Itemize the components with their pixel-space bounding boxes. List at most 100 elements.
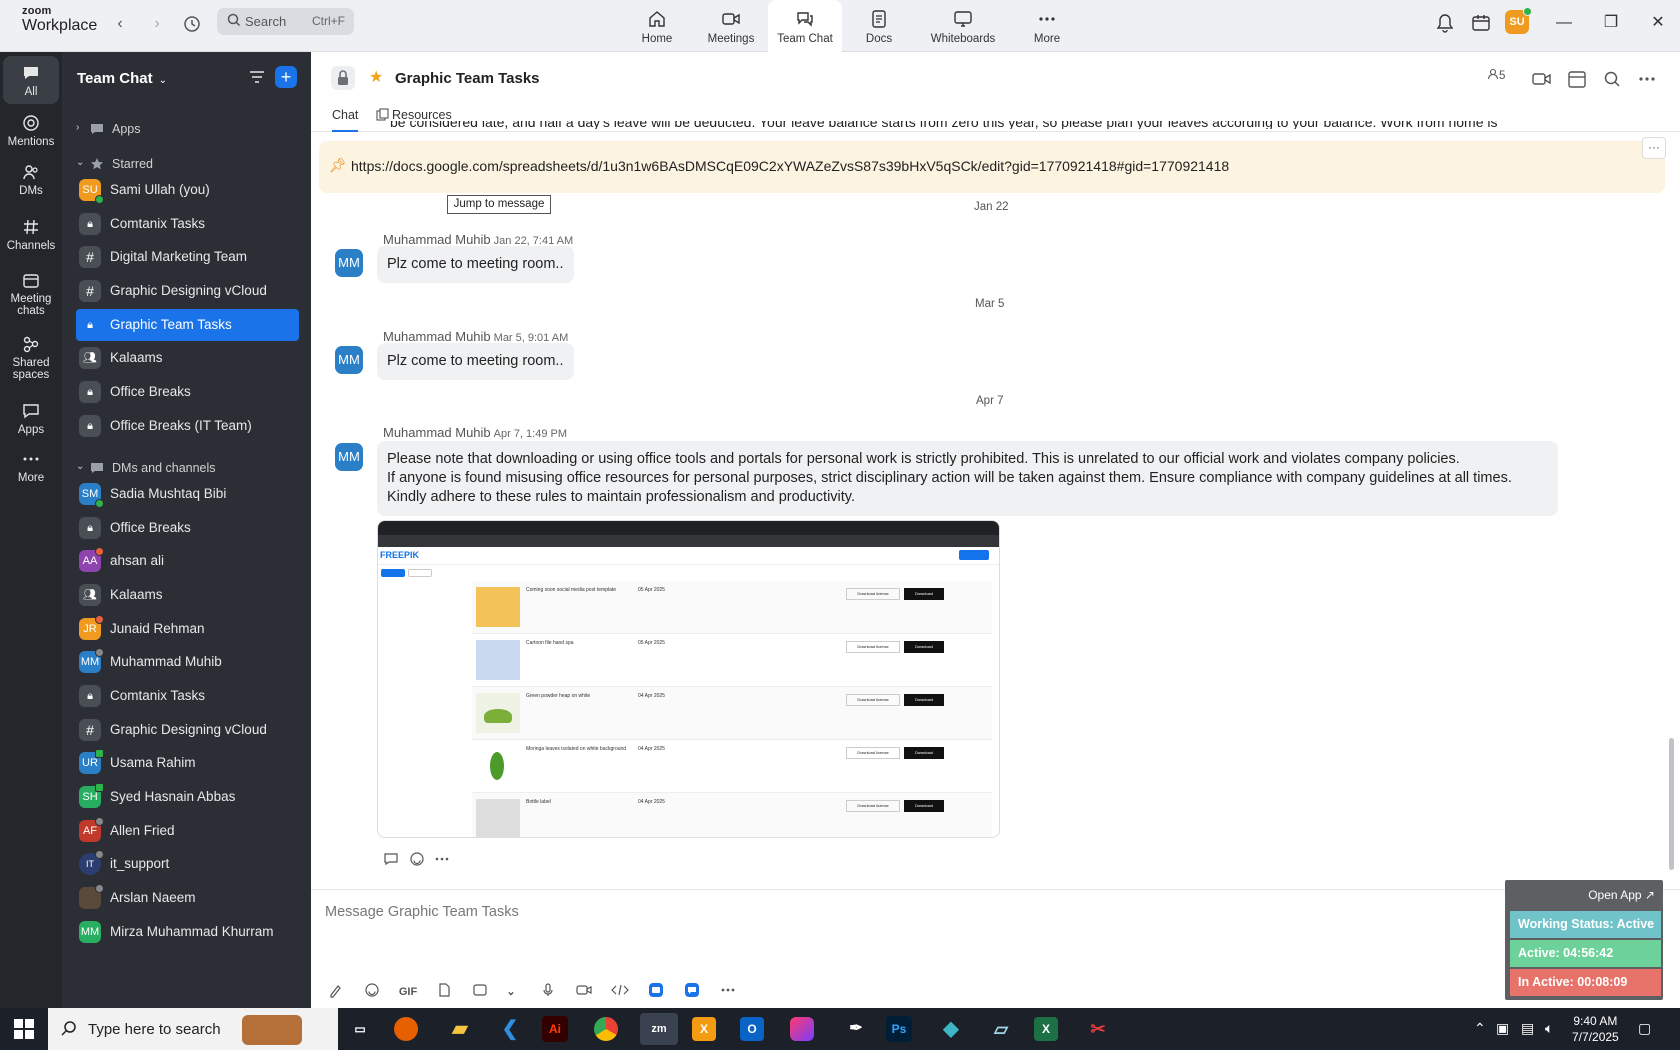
sidebar-item-kalaams-dm[interactable]: 👥︎ Kalaams: [76, 579, 299, 611]
creative-cloud-icon[interactable]: [790, 1017, 814, 1041]
sidebar-item-digital-marketing[interactable]: # Digital Marketing Team: [76, 241, 299, 273]
video-message-icon[interactable]: [573, 982, 595, 1002]
user-avatar[interactable]: SU: [1505, 7, 1532, 34]
rail-mentions[interactable]: Mentions: [3, 114, 59, 148]
sidebar-item-junaid[interactable]: JR Junaid Rehman: [76, 613, 299, 645]
new-chat-button[interactable]: +: [275, 66, 297, 88]
sidebar-item-graphic-team-tasks[interactable]: 🔒︎ Graphic Team Tasks: [76, 309, 299, 341]
message-bubble[interactable]: Plz come to meeting room..: [377, 246, 574, 283]
search-icon[interactable]: [1601, 68, 1623, 90]
pinned-more-button[interactable]: ···: [1642, 137, 1666, 159]
task-view-icon[interactable]: ▭: [344, 1013, 376, 1045]
app-icon[interactable]: [645, 982, 667, 1002]
star-icon[interactable]: ★: [369, 67, 383, 87]
emoji-icon[interactable]: [361, 982, 383, 1002]
pinned-url[interactable]: https://docs.google.com/spreadsheets/d/1…: [351, 158, 1229, 174]
app-diamond-icon[interactable]: ◆: [935, 1013, 967, 1045]
sidebar-item-office-breaks-dm[interactable]: 🔒︎ Office Breaks: [76, 512, 299, 544]
sidebar-item-arslan[interactable]: Arslan Naeem: [76, 882, 299, 914]
pinned-message[interactable]: 📌︎ https://docs.google.com/spreadsheets/…: [319, 141, 1665, 193]
tab-whiteboards[interactable]: Whiteboards: [916, 0, 1010, 52]
rail-dms[interactable]: DMs: [3, 163, 59, 197]
rail-more[interactable]: More: [3, 450, 59, 484]
notification-icon[interactable]: ▢: [1638, 1020, 1651, 1037]
firefox-icon[interactable]: [394, 1017, 418, 1041]
reply-icon[interactable]: [383, 851, 399, 867]
wifi-icon[interactable]: ▤: [1521, 1020, 1534, 1037]
network-icon[interactable]: ▣: [1496, 1020, 1509, 1037]
rail-all[interactable]: All: [3, 56, 59, 104]
sidebar-item-comtanix-tasks[interactable]: 🔒︎ Comtanix Tasks: [76, 208, 299, 240]
calendar-status-icon[interactable]: [1470, 12, 1492, 34]
chevron-up-icon[interactable]: ⌃: [1474, 1020, 1486, 1037]
zoom-chat-app-icon[interactable]: [681, 982, 703, 1002]
notepad-icon[interactable]: ▱: [985, 1013, 1017, 1045]
sidebar-item-usama[interactable]: UR Usama Rahim: [76, 747, 299, 779]
rail-meeting-chats[interactable]: Meeting chats: [3, 271, 59, 317]
calendar-icon[interactable]: [1566, 68, 1588, 90]
members-count[interactable]: 5: [1487, 68, 1517, 90]
tab-docs[interactable]: Docs: [842, 0, 916, 52]
taskbar-search[interactable]: Type here to search: [48, 1008, 338, 1050]
sidebar-item-muhammad-muhib[interactable]: MM Muhammad Muhib: [76, 646, 299, 678]
scrollbar-thumb[interactable]: [1669, 738, 1674, 870]
zoom-icon[interactable]: zm: [640, 1013, 678, 1045]
attached-image[interactable]: FREEPIK Coming soon social media post te…: [377, 520, 1000, 838]
rail-shared-spaces[interactable]: Shared spaces: [3, 335, 59, 381]
bell-icon[interactable]: [1434, 12, 1456, 34]
channel-title[interactable]: Graphic Team Tasks: [395, 70, 540, 87]
more-dots-icon[interactable]: [434, 851, 450, 867]
message-bubble[interactable]: Plz come to meeting room..: [377, 343, 574, 380]
sidebar-item-mirza[interactable]: MM Mirza Muhammad Khurram: [76, 916, 299, 948]
rail-channels[interactable]: Channels: [3, 218, 59, 252]
sidebar-item-comtanix-dm[interactable]: 🔒︎ Comtanix Tasks: [76, 680, 299, 712]
open-app-link[interactable]: Open App ↗: [1588, 888, 1655, 902]
forward-arrow-icon[interactable]: ›: [145, 12, 169, 36]
message-author[interactable]: Muhammad Muhib: [383, 232, 491, 247]
avatar[interactable]: MM: [335, 346, 363, 374]
code-icon[interactable]: [609, 982, 631, 1002]
tab-chat[interactable]: Chat: [332, 108, 359, 132]
system-clock[interactable]: 9:40 AM 7/7/2025: [1572, 1013, 1619, 1045]
sidebar-item-graphic-designing[interactable]: # Graphic Designing vCloud: [76, 275, 299, 307]
sidebar-item-graphic-designing-dm[interactable]: # Graphic Designing vCloud: [76, 714, 299, 746]
sidebar-item-office-breaks[interactable]: 🔒︎ Office Breaks: [76, 376, 299, 408]
excel-icon[interactable]: X: [1034, 1017, 1058, 1041]
sidebar-item-office-breaks-it[interactable]: 🔒︎ Office Breaks (IT Team): [76, 410, 299, 442]
more-dots-icon[interactable]: [717, 982, 739, 1002]
gif-button[interactable]: GIF: [397, 982, 419, 1002]
sidebar-title[interactable]: Team Chat ⌄: [77, 70, 167, 87]
windows-start-icon[interactable]: [14, 1019, 34, 1039]
sidebar-item-allen[interactable]: AF Allen Fried: [76, 815, 299, 847]
search-box[interactable]: Search Ctrl+F: [217, 8, 354, 35]
chrome-icon[interactable]: [594, 1017, 618, 1041]
snipping-tool-icon[interactable]: ✂: [1082, 1013, 1114, 1045]
photoshop-icon[interactable]: Ps: [886, 1016, 912, 1042]
minimize-icon[interactable]: —: [1553, 12, 1575, 34]
format-icon[interactable]: [325, 982, 347, 1002]
section-apps[interactable]: › Apps: [76, 113, 299, 145]
chevron-down-icon[interactable]: ⌄: [505, 982, 517, 1002]
tab-team-chat[interactable]: Team Chat: [768, 0, 842, 52]
screenshot-icon[interactable]: [469, 982, 491, 1002]
avatar[interactable]: MM: [335, 443, 363, 471]
message-author[interactable]: Muhammad Muhib: [383, 329, 491, 344]
volume-icon[interactable]: 🔈︎: [1545, 1020, 1553, 1037]
illustrator-icon[interactable]: Ai: [542, 1016, 568, 1042]
pen-tool-icon[interactable]: ✒: [840, 1013, 872, 1045]
sidebar-item-ahsan[interactable]: AA ahsan ali: [76, 545, 299, 577]
tab-meetings[interactable]: Meetings: [694, 0, 768, 52]
sidebar-item-sadia[interactable]: SM Sadia Mushtaq Bibi: [76, 478, 299, 510]
back-arrow-icon[interactable]: ‹: [108, 12, 132, 36]
message-author[interactable]: Muhammad Muhib: [383, 425, 491, 440]
tab-home[interactable]: Home: [620, 0, 694, 52]
video-call-icon[interactable]: [1531, 68, 1553, 90]
emoji-icon[interactable]: [409, 851, 425, 867]
tab-more[interactable]: More: [1010, 0, 1084, 52]
maximize-icon[interactable]: ❐: [1600, 12, 1622, 34]
filter-icon[interactable]: [247, 67, 267, 87]
more-options-icon[interactable]: [1636, 68, 1658, 90]
sidebar-item-kalaams[interactable]: 👥︎ Kalaams: [76, 342, 299, 374]
sidebar-item-syed-hasnain[interactable]: SH Syed Hasnain Abbas: [76, 781, 299, 813]
message-input[interactable]: [325, 904, 1325, 920]
